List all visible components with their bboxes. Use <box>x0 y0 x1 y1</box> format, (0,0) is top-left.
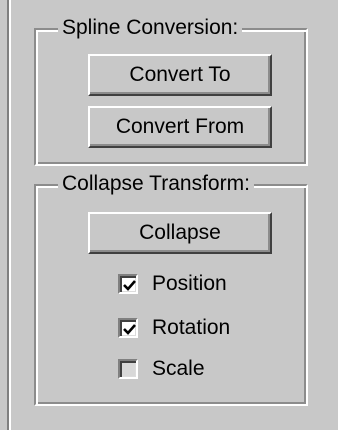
scale-checkbox[interactable] <box>118 359 138 379</box>
collapse-button[interactable]: Collapse <box>88 212 272 254</box>
rotation-option[interactable]: Rotation <box>118 315 230 341</box>
convert-from-button[interactable]: Convert From <box>88 106 272 148</box>
rotation-label: Rotation <box>152 316 231 339</box>
collapse-rollout-panel: Spline Conversion: Convert To Convert Fr… <box>0 0 338 430</box>
scale-label: Scale <box>152 357 205 380</box>
spline-conversion-legend: Spline Conversion: <box>58 16 243 40</box>
position-label: Position <box>152 272 227 295</box>
checkmark-icon <box>123 324 136 335</box>
convert-to-button[interactable]: Convert To <box>88 54 272 96</box>
position-checkbox[interactable] <box>118 274 138 294</box>
rotation-checkbox[interactable] <box>118 318 138 338</box>
scale-option[interactable]: Scale <box>118 356 205 382</box>
position-option[interactable]: Position <box>118 271 227 297</box>
panel-divider-highlight <box>9 0 11 430</box>
collapse-transform-legend: Collapse Transform: <box>58 172 254 196</box>
checkmark-icon <box>123 280 136 291</box>
